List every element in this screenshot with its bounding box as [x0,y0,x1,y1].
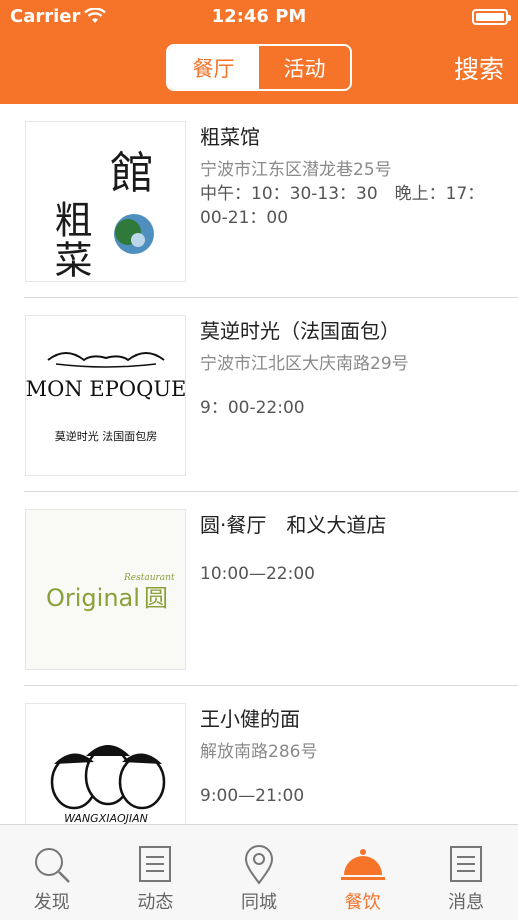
tab-label: 餐饮 [344,892,381,913]
document-icon [138,845,172,887]
restaurant-address: 宁波市江北区大庆南路29号 [200,354,409,374]
restaurant-name: 圆·餐厅 和义大道店 [200,513,387,537]
message-list-icon [449,845,483,887]
restaurant-info: 莫逆时光（法国面包） 宁波市江北区大庆南路29号 9：00-22:00 [200,316,508,420]
logo-caption: Restaurant [123,573,175,583]
bottom-tab-bar: 发现 动态 同城 餐饮 消息 [0,824,518,920]
logo-text: 館 [110,148,154,199]
restaurant-info: 王小健的面 解放南路286号 9:00—21:00 [200,704,508,808]
navigation-header: Carrier 12:46 PM 餐厅 活动 搜索 [0,0,518,104]
segment-restaurants[interactable]: 餐厅 [168,46,259,89]
restaurant-name: 粗菜馆 [200,125,260,149]
clock: 12:46 PM [211,6,307,27]
food-cloche-icon [340,845,386,889]
battery-icon [472,9,511,25]
category-segmented-control: 餐厅 活动 [166,44,352,91]
restaurant-item[interactable]: MON EPOQUE 莫逆时光 法国面包房 莫逆时光（法国面包） 宁波市江北区大… [0,298,518,492]
restaurant-hours: 9:00—21:00 [200,786,305,806]
tab-label: 发现 [33,892,70,913]
tab-local[interactable]: 同城 [207,825,311,920]
search-button[interactable]: 搜索 [454,50,504,86]
restaurant-item[interactable]: Restaurant Original 圆 圆·餐厅 和义大道店 10:00—2… [0,492,518,686]
restaurant-name: 莫逆时光（法国面包） [200,319,400,343]
restaurant-item[interactable]: WANGXIAOJIAN 王小健的面 解放南路286号 9:00—21:00 [0,686,518,824]
restaurant-item[interactable]: 粗菜 館 粗菜馆 宁波市江东区潜龙巷25号 中午：10：30-13：30 晚上：… [0,104,518,298]
status-bar: Carrier 12:46 PM [0,0,518,34]
tab-label: 动态 [137,892,174,913]
search-icon [32,845,72,889]
tab-discover[interactable]: 发现 [0,825,104,920]
tab-dining[interactable]: 餐饮 [311,825,415,920]
restaurant-hours: 中午：10：30-13：30 晚上：17：00-21：00 [200,184,485,228]
restaurant-logo: 粗菜 館 [25,121,186,282]
location-pin-icon [244,845,274,889]
restaurant-list[interactable]: 粗菜 館 粗菜馆 宁波市江东区潜龙巷25号 中午：10：30-13：30 晚上：… [0,104,518,824]
restaurant-hours: 9：00-22:00 [200,398,305,418]
tab-label: 消息 [448,892,485,913]
logo-text: 粗菜 [48,200,92,280]
restaurant-logo: Restaurant Original 圆 [25,509,186,670]
logo-text: WANGXIAOJIAN [64,812,148,824]
logo-text: MON EPOQUE [26,377,186,401]
restaurant-logo: WANGXIAOJIAN [25,703,186,824]
restaurant-hours: 10:00—22:00 [200,564,315,584]
tab-messages[interactable]: 消息 [414,825,518,920]
logo-text: 圆 [144,584,168,612]
segment-events[interactable]: 活动 [259,46,350,89]
restaurant-info: 圆·餐厅 和义大道店 10:00—22:00 [200,510,508,586]
restaurant-address: 宁波市江东区潜龙巷25号 [200,160,392,180]
restaurant-name: 王小健的面 [200,707,300,731]
restaurant-info: 粗菜馆 宁波市江东区潜龙巷25号 中午：10：30-13：30 晚上：17：00… [200,122,508,230]
restaurant-address: 解放南路286号 [200,742,318,762]
tab-feed[interactable]: 动态 [104,825,208,920]
logo-caption: 莫逆时光 法国面包房 [55,429,158,443]
logo-text: Original [46,584,140,612]
tab-label: 同城 [240,892,277,913]
restaurant-logo: MON EPOQUE 莫逆时光 法国面包房 [25,315,186,476]
